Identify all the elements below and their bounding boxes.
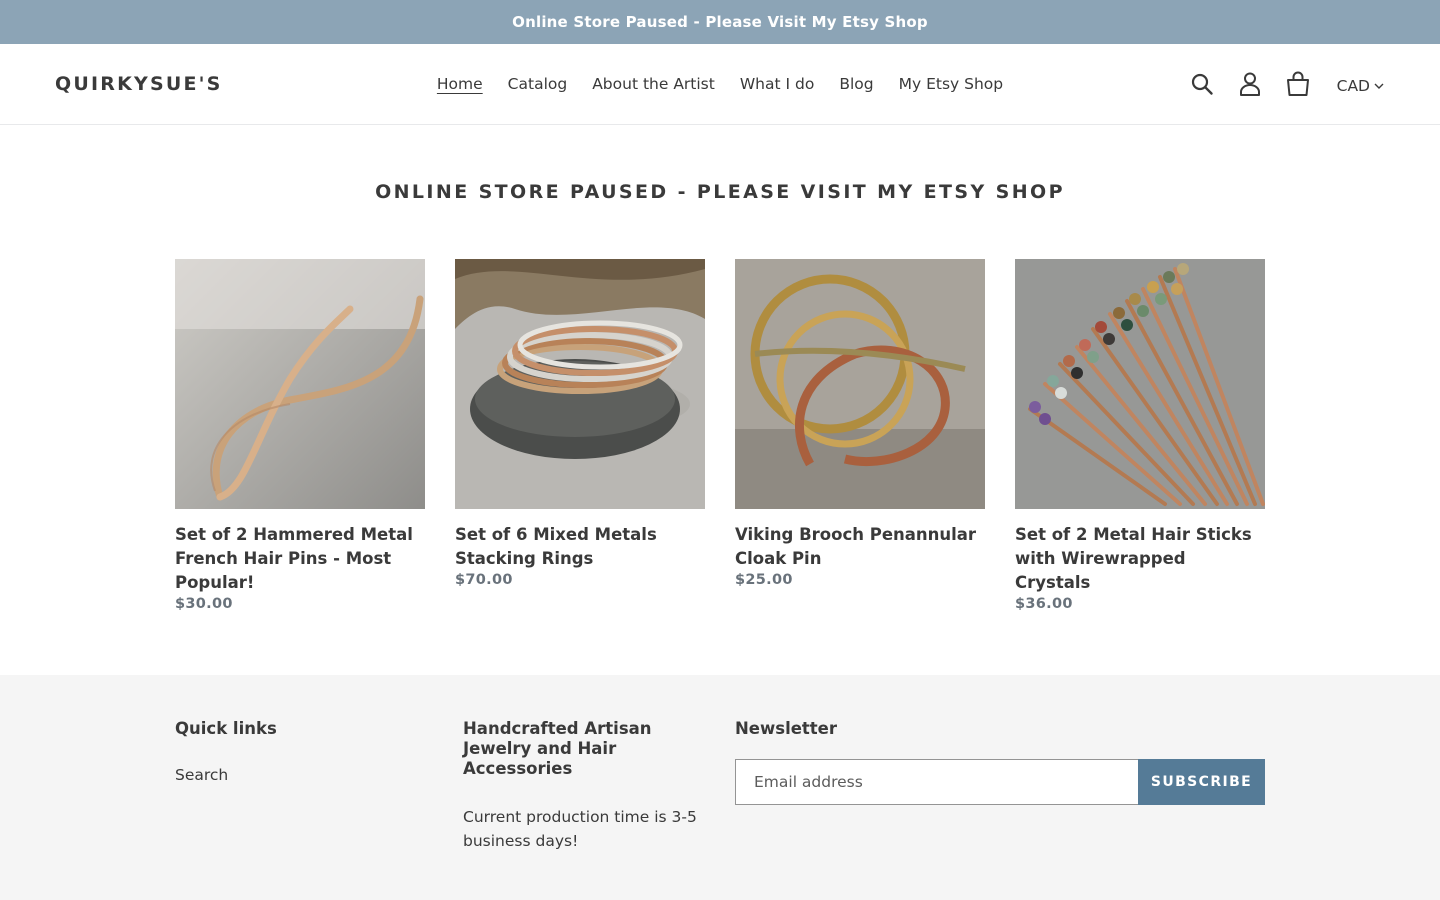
subscribe-button[interactable]: SUBSCRIBE — [1138, 759, 1265, 805]
product-price: $36.00 — [1015, 596, 1073, 612]
product-image[interactable] — [175, 259, 425, 509]
chevron-down-icon — [1374, 83, 1384, 89]
header-icons: CAD — [1188, 70, 1384, 98]
product-grid: Set of 2 Hammered Metal French Hair Pins… — [175, 259, 1265, 612]
nav-item-blog[interactable]: Blog — [839, 72, 873, 96]
site-header: QUIRKYSUE'S Home Catalog About the Artis… — [0, 44, 1440, 125]
site-footer: Quick links Search Handcrafted Artisan J… — [0, 675, 1440, 900]
currency-label: CAD — [1336, 77, 1370, 95]
product-title[interactable]: Viking Brooch Penannular Cloak Pin — [735, 523, 985, 571]
quick-links-heading: Quick links — [175, 719, 277, 738]
email-field[interactable] — [735, 759, 1138, 805]
product-card[interactable]: Set of 2 Metal Hair Sticks with Wirewrap… — [1015, 259, 1265, 612]
product-price: $70.00 — [455, 572, 513, 588]
product-title[interactable]: Set of 6 Mixed Metals Stacking Rings — [455, 523, 705, 571]
search-icon[interactable] — [1188, 70, 1216, 98]
nav-item-my-etsy-shop[interactable]: My Etsy Shop — [899, 72, 1004, 96]
product-card[interactable]: Set of 6 Mixed Metals Stacking Rings $70… — [455, 259, 705, 612]
footer-about: Handcrafted Artisan Jewelry and Hair Acc… — [463, 719, 713, 853]
cart-icon[interactable] — [1284, 70, 1312, 98]
announcement-text: Online Store Paused - Please Visit My Et… — [512, 13, 928, 31]
nav-item-catalog[interactable]: Catalog — [508, 72, 568, 96]
product-card[interactable]: Set of 2 Hammered Metal French Hair Pins… — [175, 259, 425, 612]
product-title[interactable]: Set of 2 Metal Hair Sticks with Wirewrap… — [1015, 523, 1265, 595]
footer-newsletter: Newsletter SUBSCRIBE — [735, 719, 1265, 805]
footer-link-search[interactable]: Search — [175, 766, 425, 784]
product-card[interactable]: Viking Brooch Penannular Cloak Pin $25.0… — [735, 259, 985, 612]
footer-quick-links: Quick links Search — [175, 719, 425, 784]
announcement-bar[interactable]: Online Store Paused - Please Visit My Et… — [0, 0, 1440, 44]
nav-item-home[interactable]: Home — [437, 72, 483, 96]
product-price: $25.00 — [735, 572, 793, 588]
nav-item-what-i-do[interactable]: What I do — [740, 72, 814, 96]
newsletter-form: SUBSCRIBE — [735, 759, 1265, 805]
currency-selector[interactable]: CAD — [1337, 77, 1384, 95]
collection-title: ONLINE STORE PAUSED - PLEASE VISIT MY ET… — [375, 181, 1065, 203]
about-text: Current production time is 3-5 business … — [463, 808, 697, 850]
newsletter-heading: Newsletter — [735, 719, 838, 738]
account-icon[interactable] — [1236, 70, 1264, 98]
product-image[interactable] — [455, 259, 705, 509]
product-price: $30.00 — [175, 596, 233, 612]
product-title[interactable]: Set of 2 Hammered Metal French Hair Pins… — [175, 523, 425, 595]
product-image[interactable] — [1015, 259, 1265, 509]
about-heading: Handcrafted Artisan Jewelry and Hair Acc… — [463, 719, 652, 778]
nav-item-about-the-artist[interactable]: About the Artist — [592, 72, 715, 96]
product-image[interactable] — [735, 259, 985, 509]
